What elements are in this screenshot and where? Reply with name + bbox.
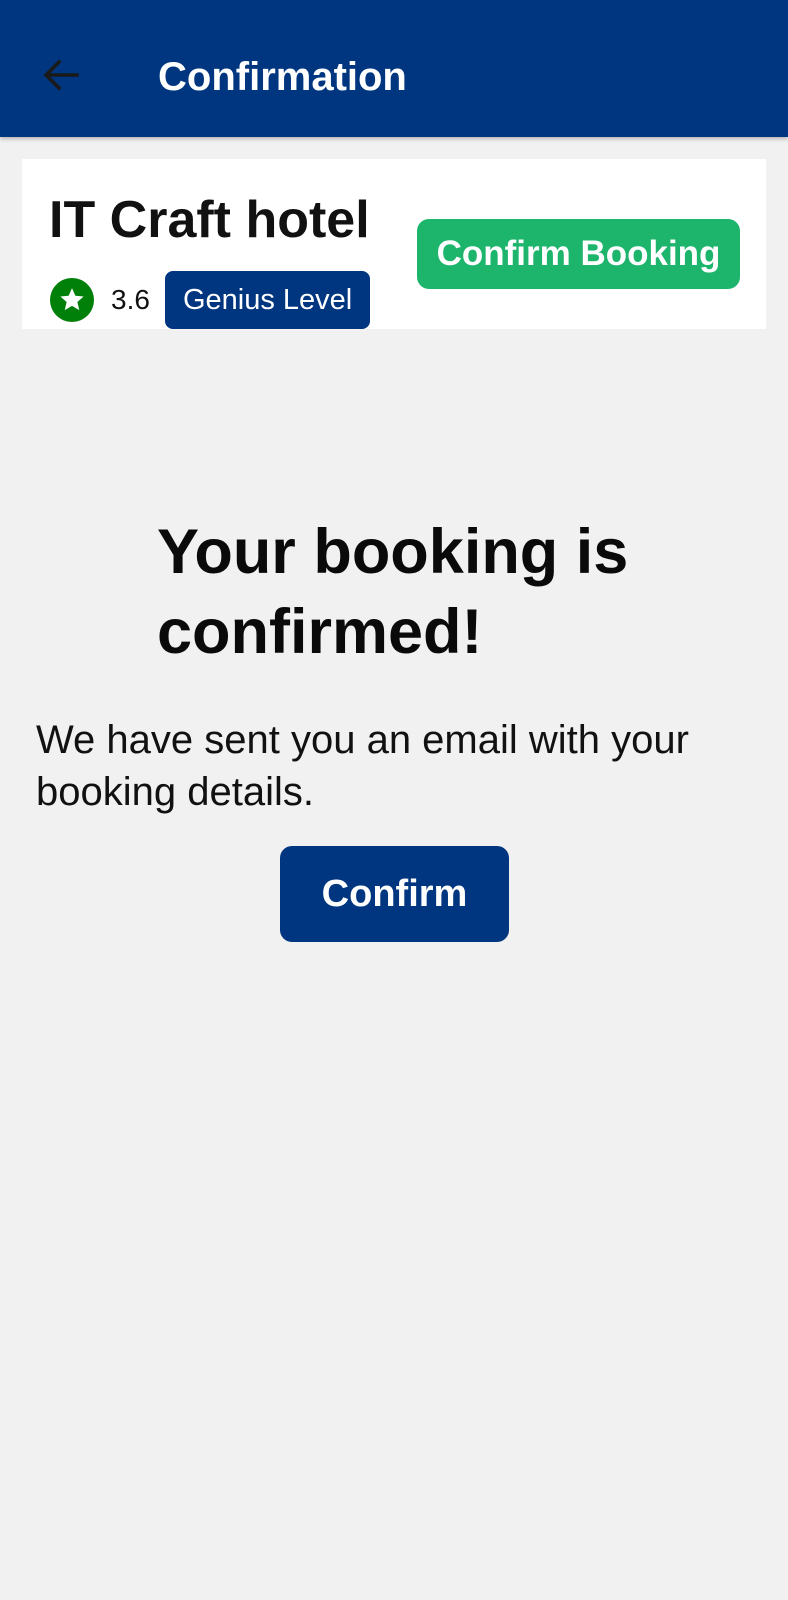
confirm-booking-button[interactable]: Confirm Booking — [417, 219, 740, 289]
star-icon — [50, 278, 94, 322]
rating-row: 3.6 Genius Level — [50, 271, 371, 329]
genius-level-badge: Genius Level — [164, 271, 371, 329]
page-title: Confirmation — [158, 55, 407, 99]
rating-value: 3.6 — [111, 284, 150, 315]
confirm-button[interactable]: Confirm — [280, 846, 509, 942]
app-bar: Confirmation — [0, 0, 788, 137]
arrow-left-icon — [43, 59, 79, 91]
booking-confirmed-heading: Your booking is confirmed! — [157, 517, 629, 668]
hotel-name: IT Craft hotel — [49, 191, 370, 249]
back-button[interactable] — [36, 50, 86, 100]
email-sent-message: We have sent you an email with your book… — [36, 718, 689, 814]
hotel-summary-card: IT Craft hotel 3.6 Genius Level Confirm … — [22, 159, 766, 329]
